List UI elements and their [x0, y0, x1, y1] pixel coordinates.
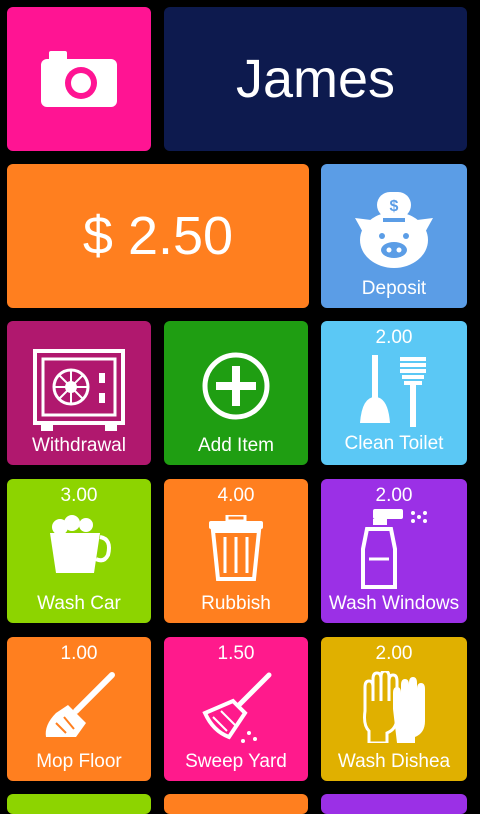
chore-amount: 1.50: [217, 643, 255, 664]
partial-tile[interactable]: [164, 794, 308, 814]
chore-label: Sweep Yard: [185, 751, 287, 772]
chore-tile-wash-windows[interactable]: 2.00 Wash Windows: [321, 479, 467, 623]
camera-icon: [41, 51, 117, 107]
bucket-icon: [50, 515, 111, 573]
chore-amount: 4.00: [217, 485, 255, 506]
chore-tile-wash-dishes[interactable]: 2.00 Wash Dishea: [321, 637, 467, 781]
partial-tile[interactable]: [7, 794, 151, 814]
piggy-bank-icon: $: [355, 192, 433, 268]
profile-name: James: [235, 49, 396, 109]
chore-label: Rubbish: [201, 593, 271, 614]
spray-bottle-icon: [361, 509, 427, 589]
chore-amount: 2.00: [375, 485, 413, 506]
chore-amount: 2.00: [375, 643, 413, 664]
chore-amount: 1.00: [60, 643, 98, 664]
add-item-button[interactable]: Add Item: [164, 321, 308, 465]
chore-label: Wash Car: [37, 593, 121, 614]
chore-label: Clean Toilet: [344, 433, 444, 454]
chore-tile-mop-floor[interactable]: 1.00 Mop Floor: [7, 637, 151, 781]
withdrawal-button[interactable]: Withdrawal: [7, 321, 151, 465]
chore-tile-clean-toilet[interactable]: 2.00 Clean Toilet: [321, 321, 467, 465]
gloves-icon: [363, 671, 425, 743]
chore-amount: 2.00: [375, 327, 413, 348]
deposit-label: Deposit: [361, 278, 427, 299]
toilet-brush-icon: [360, 355, 426, 427]
chore-label: Wash Dishea: [337, 751, 451, 772]
chore-tile-wash-car[interactable]: 3.00 Wash Car: [7, 479, 151, 623]
withdrawal-label: Withdrawal: [32, 435, 126, 456]
chore-tile-rubbish[interactable]: 4.00 Rubbish: [164, 479, 308, 623]
balance-tile: $ 2.50: [7, 164, 309, 308]
profile-name-tile[interactable]: James: [164, 7, 467, 151]
trash-can-icon: [209, 515, 263, 581]
safe-icon: [33, 349, 125, 431]
chore-tile-sweep-yard[interactable]: 1.50 Sweep Yard: [164, 637, 308, 781]
mop-icon: [45, 672, 115, 737]
deposit-button[interactable]: $ Deposit: [321, 164, 467, 308]
svg-text:$: $: [390, 198, 399, 215]
broom-icon: [202, 672, 272, 743]
partial-tile[interactable]: [321, 794, 467, 814]
camera-tile[interactable]: [7, 7, 151, 151]
plus-circle-icon: [202, 352, 270, 420]
chore-amount: 3.00: [60, 485, 98, 506]
chore-label: Mop Floor: [36, 751, 122, 772]
chore-label: Wash Windows: [328, 593, 460, 614]
balance-amount: $ 2.50: [82, 206, 234, 266]
add-item-label: Add Item: [197, 435, 275, 456]
